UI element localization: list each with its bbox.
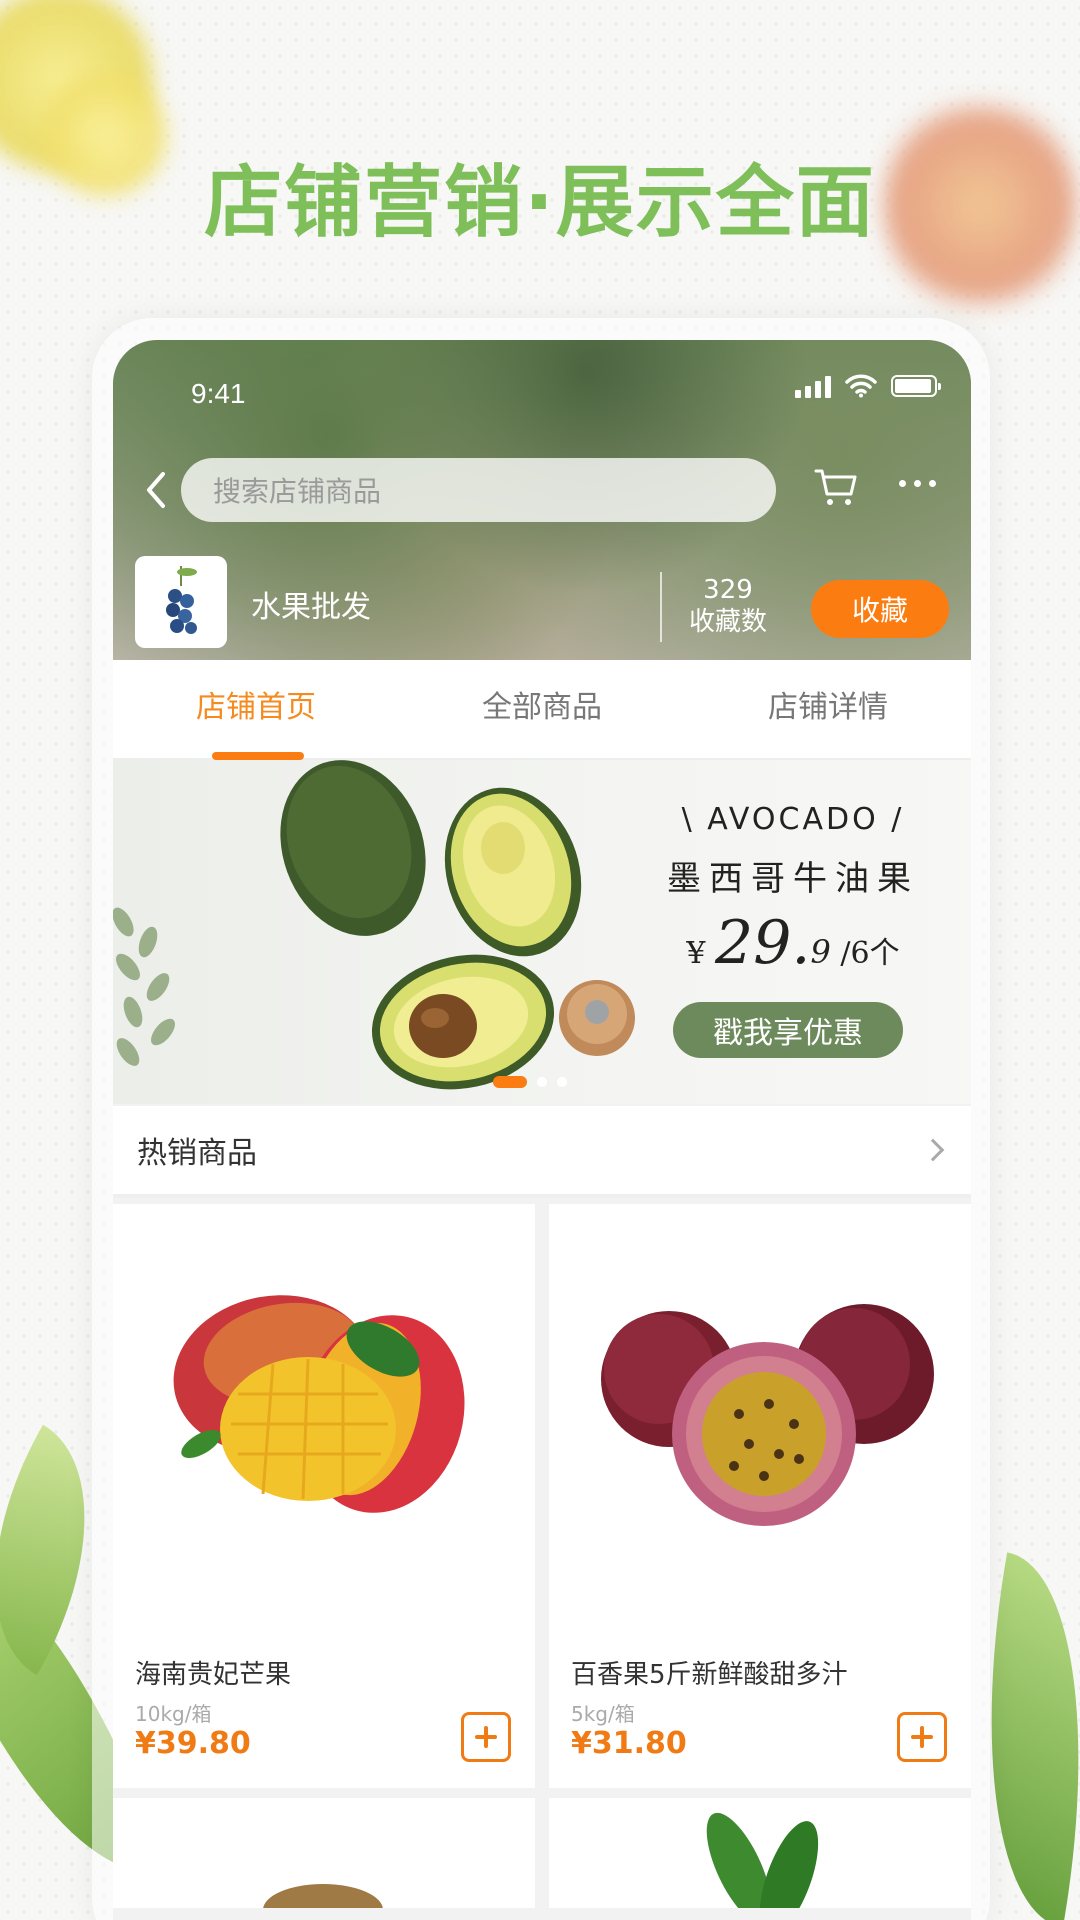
banner-text: \ AVOCADO / 墨西哥牛油果 ¥ 29.9 /6个	[663, 802, 923, 978]
product-name: 海南贵妃芒果	[135, 1660, 292, 1690]
hot-products-title: 热销商品	[137, 1136, 257, 1171]
more-dot-icon	[929, 480, 936, 487]
more-dot-icon	[914, 480, 921, 487]
favorites-count: 329	[703, 575, 753, 605]
store-header: 9:41 搜索店铺商品 水果批发 329 收藏数 收藏	[113, 340, 971, 660]
product-grid: 海南贵妃芒果 10kg/箱 ¥39.80 百香果5斤新鲜酸甜多汁 5kg/箱 ¥…	[113, 1204, 971, 1908]
more-button[interactable]	[899, 480, 936, 487]
carousel-dot[interactable]	[557, 1077, 567, 1087]
favorites-label: 收藏数	[688, 607, 767, 637]
leafy-fruit-image	[706, 1812, 819, 1908]
product-price: ¥31.80	[571, 1726, 687, 1761]
tab-store-home[interactable]: 店铺首页	[113, 660, 399, 758]
add-to-cart-button[interactable]	[897, 1712, 947, 1762]
promo-title: 店铺营销·展示全面	[204, 158, 876, 248]
product-name: 百香果5斤新鲜酸甜多汁	[571, 1660, 848, 1690]
banner-currency: ¥	[686, 936, 706, 971]
store-logo	[135, 556, 227, 648]
header-divider	[660, 572, 662, 642]
product-spec: 5kg/箱	[571, 1702, 635, 1726]
tab-active-indicator	[212, 752, 304, 760]
product-card[interactable]: 海南贵妃芒果 10kg/箱 ¥39.80	[113, 1204, 535, 1788]
hot-products-header[interactable]: 热销商品	[113, 1106, 971, 1198]
battery-icon	[891, 375, 941, 397]
banner-promo-button[interactable]: 戳我享优惠	[673, 1002, 903, 1058]
store-name: 水果批发	[251, 590, 371, 625]
product-price: ¥39.80	[135, 1726, 251, 1761]
banner-title-cn: 墨西哥牛油果	[667, 859, 919, 899]
banner-price: ¥ 29.9 /6个	[663, 908, 923, 978]
banner-price-unit: /6个	[840, 936, 900, 971]
kiwi-image	[263, 1884, 383, 1908]
carousel-dot[interactable]	[537, 1077, 547, 1087]
tab-all-products[interactable]: 全部商品	[399, 660, 685, 758]
mango-image	[173, 1295, 465, 1513]
product-card[interactable]	[113, 1798, 535, 1908]
search-input[interactable]: 搜索店铺商品	[181, 458, 776, 522]
chevron-left-icon	[147, 472, 165, 508]
banner-title-en: \ AVOCADO /	[681, 802, 905, 837]
signal-icon	[795, 374, 831, 398]
passion-fruit-image	[601, 1304, 934, 1526]
back-button[interactable]	[139, 468, 173, 512]
cart-icon[interactable]	[813, 464, 859, 510]
herb-decoration	[113, 907, 175, 1066]
search-placeholder: 搜索店铺商品	[213, 475, 382, 508]
phone-screen: 9:41 搜索店铺商品 水果批发 329 收藏数 收藏 店铺首页 全部商品 店铺…	[113, 340, 971, 1920]
favorites-stat: 329 收藏数	[683, 574, 773, 638]
carousel-dots	[493, 1076, 567, 1088]
product-card[interactable]: 百香果5斤新鲜酸甜多汁 5kg/箱 ¥31.80	[549, 1204, 971, 1788]
banner-price-main: 29.	[715, 908, 811, 978]
add-to-cart-button[interactable]	[461, 1712, 511, 1762]
carousel-dot-active[interactable]	[493, 1076, 527, 1088]
status-icons	[795, 374, 941, 398]
product-spec: 10kg/箱	[135, 1702, 212, 1726]
avocado-image	[280, 760, 635, 1090]
tab-store-details[interactable]: 店铺详情	[685, 660, 971, 758]
chevron-right-icon	[921, 1138, 945, 1162]
product-card[interactable]	[549, 1798, 971, 1908]
wifi-icon	[845, 374, 877, 398]
status-time: 9:41	[191, 378, 246, 409]
store-tabs: 店铺首页 全部商品 店铺详情	[113, 660, 971, 760]
banner-price-decimal: 9	[810, 933, 831, 971]
favorite-button[interactable]: 收藏	[811, 580, 949, 638]
more-dot-icon	[899, 480, 906, 487]
promo-banner[interactable]: \ AVOCADO / 墨西哥牛油果 ¥ 29.9 /6个 戳我享优惠	[113, 760, 971, 1104]
